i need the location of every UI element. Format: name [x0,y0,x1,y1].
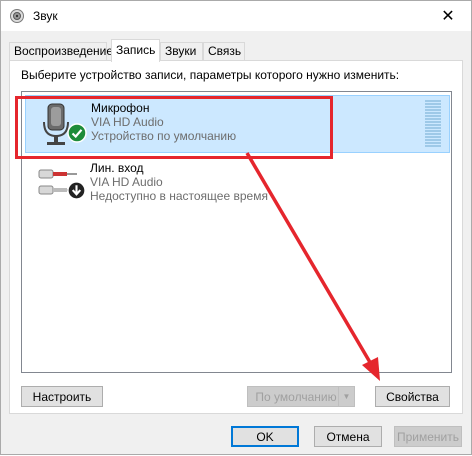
close-icon: ✕ [441,8,455,25]
ok-button[interactable]: OK [231,426,299,447]
cancel-button-label: Отмена [326,429,370,444]
annotation-highlight-box [15,96,333,159]
cancel-button[interactable]: Отмена [314,426,382,447]
properties-button[interactable]: Свойства [375,386,450,407]
tab-playback[interactable]: Воспроизведение [9,42,113,61]
device-name: Лин. вход [90,161,144,175]
configure-button-label: Настроить [32,389,92,404]
sound-dialog: Звук ✕ Воспроизведение Запись Звуки Связ… [0,0,472,455]
device-status: Недоступно в настоящее время [90,189,268,203]
panel-prompt: Выберите устройство записи, параметры ко… [21,68,400,82]
apply-button[interactable]: Применить [394,426,462,447]
title-bar: Звук ✕ [1,1,471,31]
set-default-label: По умолчанию [255,389,337,404]
level-meter [425,100,441,148]
properties-button-label: Свойства [386,389,439,404]
apply-button-label: Применить [397,429,460,444]
close-button[interactable]: ✕ [425,1,471,31]
down-arrow-icon [67,181,86,200]
configure-button[interactable]: Настроить [21,386,103,407]
speaker-icon [10,9,24,23]
chevron-down-icon[interactable]: ▼ [338,387,354,406]
tab-communications[interactable]: Связь [203,42,245,61]
ok-button-label: OK [256,429,274,444]
set-default-button[interactable]: По умолчанию ▼ [247,386,355,407]
window-title: Звук [33,9,58,23]
device-driver: VIA HD Audio [90,175,163,189]
list-item-line-in[interactable]: Лин. вход VIA HD Audio Недоступно в наст… [25,156,450,214]
tab-recording[interactable]: Запись [111,39,160,62]
tab-sounds[interactable]: Звуки [160,42,203,61]
